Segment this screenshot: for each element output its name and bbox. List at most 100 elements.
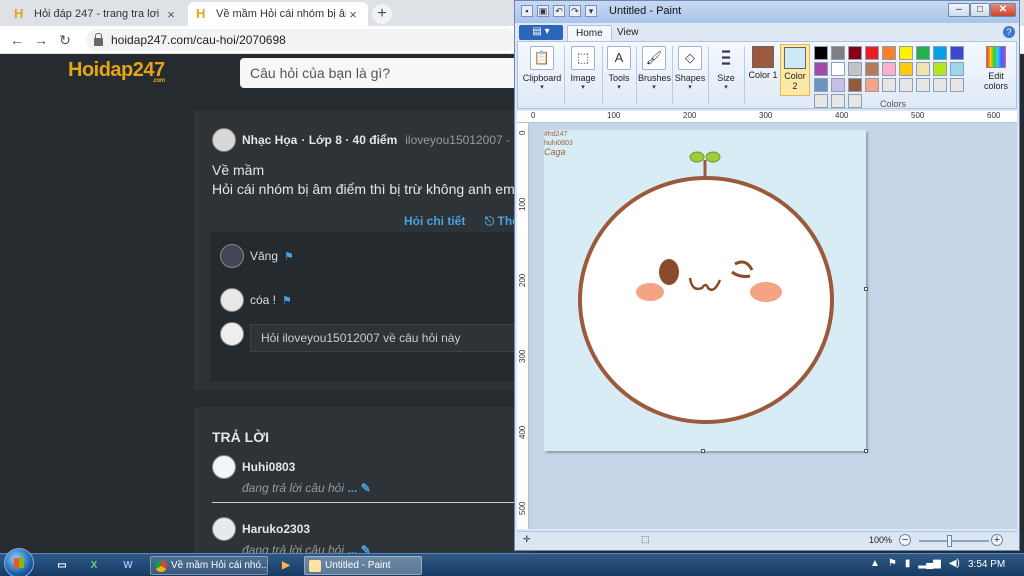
answerer-name[interactable]: Huhi0803 [242, 460, 295, 474]
flag-icon[interactable]: ⚑ [284, 250, 294, 263]
show-hidden-icons-icon[interactable]: ▲ [870, 558, 880, 569]
network-icon[interactable]: ▮ [905, 558, 911, 569]
start-button[interactable] [4, 548, 34, 576]
ask-detail-link[interactable]: Hỏi chi tiết [404, 214, 465, 228]
zoom-in-button[interactable]: + [991, 534, 1003, 546]
search-input[interactable]: Câu hỏi của bạn là gì? [240, 58, 530, 88]
edit-colors-button[interactable]: Edit colors [980, 44, 1012, 91]
palette-swatch[interactable] [848, 62, 862, 76]
flag-icon[interactable]: ⚑ [282, 294, 292, 307]
close-tab-icon[interactable]: × [346, 7, 360, 22]
palette-swatch[interactable] [865, 78, 879, 92]
resize-handle[interactable] [701, 449, 705, 453]
palette-swatch[interactable] [933, 62, 947, 76]
palette-swatch[interactable] [916, 62, 930, 76]
resize-handle[interactable] [864, 449, 868, 453]
palette-swatch[interactable] [848, 78, 862, 92]
reload-icon[interactable]: ↻ [56, 31, 74, 49]
comment-text: cóa ! [250, 293, 277, 307]
brushes-group[interactable]: 🖌 Brushes ▾ [638, 44, 671, 106]
palette-swatch[interactable] [882, 78, 896, 92]
excel-icon[interactable]: X [80, 556, 108, 575]
paint-app-icon[interactable]: ▪ [521, 5, 533, 17]
palette-swatch[interactable] [882, 62, 896, 76]
drawing-canvas[interactable]: #hd247 huhi0803 Caga [544, 130, 866, 451]
avatar[interactable] [212, 455, 236, 479]
taskbar-paint-item[interactable]: Untitled - Paint [304, 556, 422, 575]
left-blush [636, 283, 664, 301]
question-subject: Về mầm [212, 162, 265, 178]
avatar[interactable] [212, 128, 236, 152]
palette-swatch[interactable] [899, 46, 913, 60]
tab-view[interactable]: View [609, 25, 647, 41]
palette-swatch[interactable] [916, 78, 930, 92]
palette-swatch[interactable] [831, 46, 845, 60]
tools-group[interactable]: A Tools ▾ [604, 44, 634, 106]
palette-swatch[interactable] [933, 46, 947, 60]
palette-swatch[interactable] [831, 62, 845, 76]
zoom-slider[interactable] [919, 540, 989, 542]
ruler-tick-label: 300 [518, 349, 527, 363]
palette-swatch[interactable] [814, 46, 828, 60]
answerer-name[interactable]: Haruko2303 [242, 522, 310, 536]
palette-swatch[interactable] [814, 78, 828, 92]
help-icon[interactable]: ? [1003, 26, 1015, 38]
resize-handle[interactable] [864, 287, 868, 291]
palette-swatch[interactable] [882, 46, 896, 60]
palette-swatch[interactable] [865, 46, 879, 60]
palette-swatch[interactable] [899, 62, 913, 76]
palette-swatch[interactable] [950, 62, 964, 76]
palette-swatch[interactable] [916, 46, 930, 60]
clock[interactable]: 3:54 PM [968, 559, 1005, 570]
browser-tab-2[interactable]: H Về mầm Hỏi cái nhóm bị âm điể × [188, 2, 368, 26]
back-arrow-icon[interactable]: ← [8, 31, 26, 49]
palette-swatch[interactable] [950, 46, 964, 60]
forward-arrow-icon[interactable]: → [32, 31, 50, 49]
select-icon: ⬚ [571, 46, 595, 70]
author-name[interactable]: Nhạc Họa [242, 133, 297, 147]
avatar[interactable] [212, 517, 236, 541]
shapes-group[interactable]: ◇ Shapes ▾ [674, 44, 706, 106]
customize-dropdown-icon[interactable]: ▾ [585, 5, 597, 17]
close-button[interactable]: ✕ [990, 3, 1016, 17]
redo-icon[interactable]: ↷ [569, 5, 581, 17]
color1-button[interactable]: Color 1 [748, 44, 778, 80]
palette-swatch[interactable] [831, 78, 845, 92]
palette-swatch[interactable] [814, 62, 828, 76]
taskbar-chrome-item[interactable]: Về mầm Hỏi cái nhó... [150, 556, 268, 575]
paint-titlebar[interactable]: ▪ ▣ ↶ ↷ ▾ Untitled - Paint – □ ✕ [515, 1, 1019, 23]
close-tab-icon[interactable]: × [164, 7, 178, 22]
avatar[interactable] [220, 244, 244, 268]
undo-icon[interactable]: ↶ [553, 5, 565, 17]
palette-swatch[interactable] [950, 78, 964, 92]
media-player-icon[interactable]: ▶ [272, 556, 300, 575]
color2-button[interactable]: Color 2 [780, 44, 810, 96]
signal-icon[interactable]: ▂▄▆ [918, 558, 940, 569]
ask-asker-input[interactable]: Hỏi iloveyou15012007 về câu hỏi này [250, 324, 540, 352]
site-logo[interactable]: Hoidap247 .com [68, 59, 165, 84]
palette-swatch[interactable] [899, 78, 913, 92]
file-menu-button[interactable]: ▤ ▾ [519, 25, 563, 40]
browser-tab-1[interactable]: H Hỏi đáp 247 - trang tra lơi × [6, 2, 186, 26]
clipboard-group[interactable]: 📋 Clipboard ▾ [522, 44, 562, 106]
action-center-icon[interactable]: ⚑ [888, 558, 897, 569]
zoom-slider-thumb[interactable] [947, 535, 952, 547]
image-group[interactable]: ⬚ Image ▾ [566, 44, 600, 106]
palette-swatch[interactable] [865, 62, 879, 76]
horizontal-ruler: 0 100 200 300 400 500 600 [517, 111, 1017, 123]
zoom-out-button[interactable]: − [899, 534, 911, 546]
save-icon[interactable]: ▣ [537, 5, 549, 17]
avatar[interactable] [220, 288, 244, 312]
volume-icon[interactable]: ◀) [949, 558, 960, 569]
size-group[interactable]: ━ ━ ━ Size ▾ [712, 44, 740, 106]
explorer-icon[interactable]: ▭ [48, 556, 76, 575]
maximize-button[interactable]: □ [970, 3, 990, 17]
palette-swatch[interactable] [933, 78, 947, 92]
new-tab-button[interactable]: + [372, 4, 392, 24]
sprout-leaf-right [705, 151, 721, 163]
address-bar[interactable]: hoidap247.com/cau-hoi/2070698 [86, 29, 516, 51]
tab-home[interactable]: Home [567, 25, 612, 41]
minimize-button[interactable]: – [948, 3, 970, 17]
palette-swatch[interactable] [848, 46, 862, 60]
word-icon[interactable]: W [114, 556, 142, 575]
